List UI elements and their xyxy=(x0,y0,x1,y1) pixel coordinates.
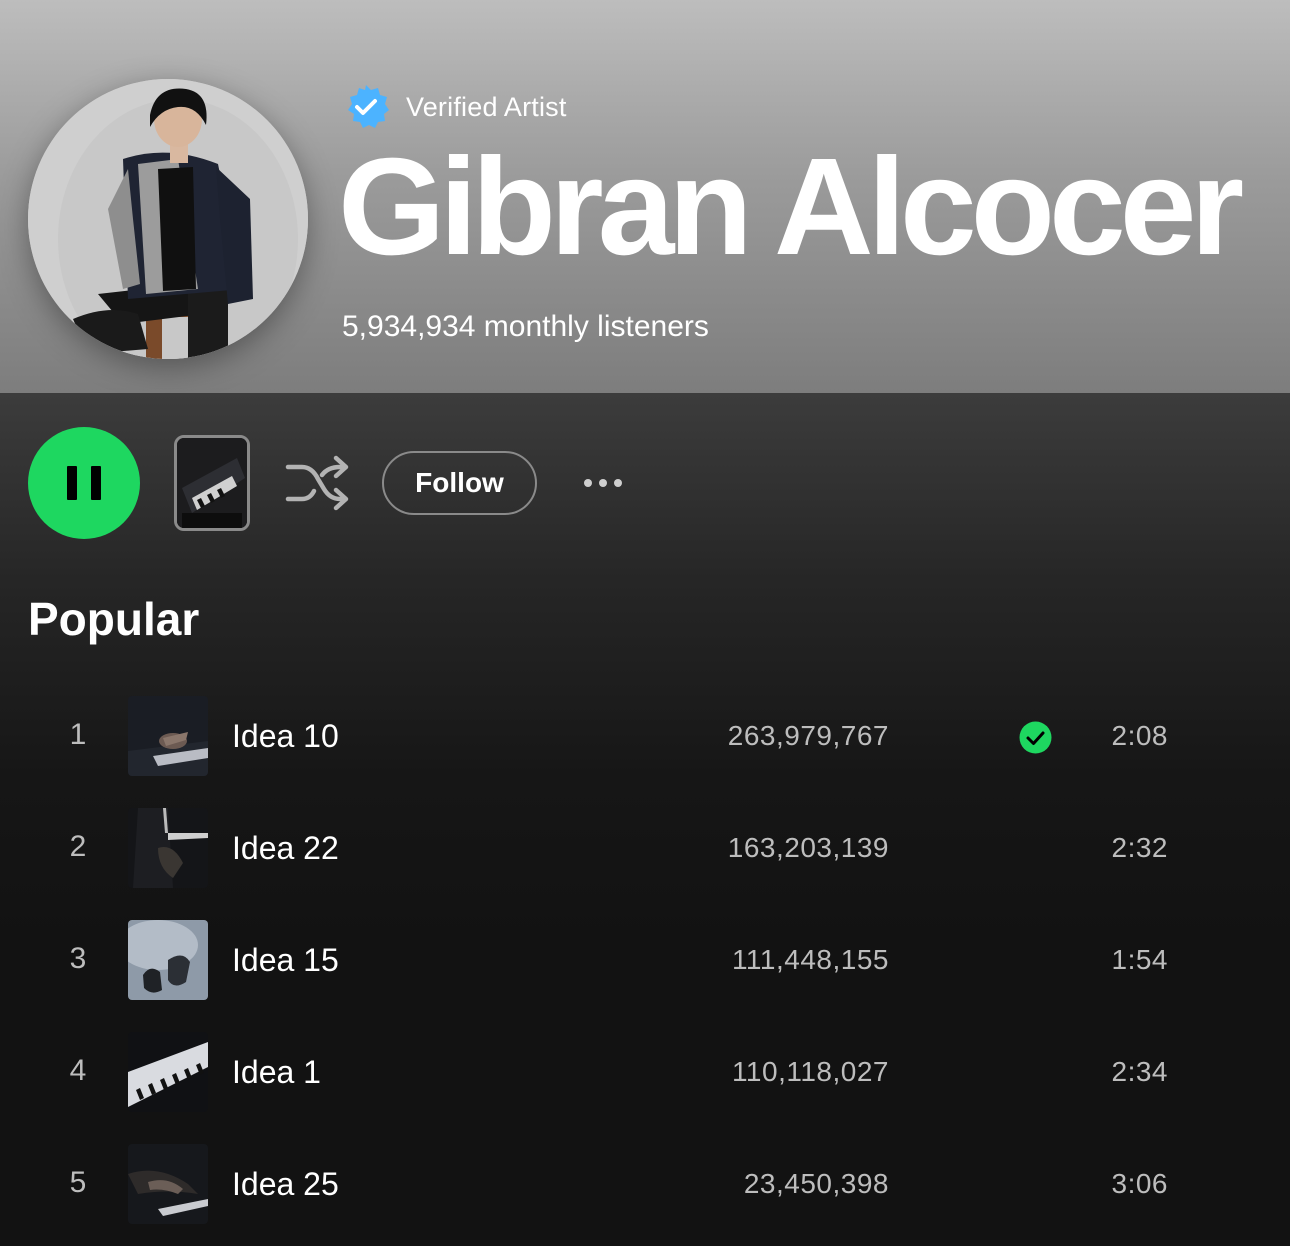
track-title[interactable]: Idea 10 xyxy=(232,718,339,755)
track-play-count: 23,450,398 xyxy=(743,1168,889,1199)
track-rank: 3 xyxy=(69,942,87,975)
track-play-count: 263,979,767 xyxy=(727,720,889,751)
track-rank: 4 xyxy=(69,1054,87,1087)
verified-label: Verified Artist xyxy=(406,91,567,122)
shuffle-button[interactable] xyxy=(284,453,350,513)
track-play-count: 163,203,139 xyxy=(727,832,889,863)
track-title[interactable]: Idea 1 xyxy=(232,1054,321,1091)
shuffle-icon xyxy=(285,455,349,511)
more-options-button[interactable] xyxy=(570,462,636,504)
artist-header: Verified Artist Gibran Alcocer 5,934,934… xyxy=(0,0,1290,393)
track-rank: 5 xyxy=(69,1166,87,1199)
more-dots-icon xyxy=(584,479,592,487)
popular-heading: Popular xyxy=(28,593,200,645)
saved-check-icon[interactable] xyxy=(1019,721,1052,754)
follow-button[interactable]: Follow xyxy=(382,451,537,515)
verified-artist-badge: Verified Artist xyxy=(342,82,567,132)
track-title[interactable]: Idea 15 xyxy=(232,942,339,979)
track-artwork xyxy=(128,1032,208,1112)
track-duration: 2:32 xyxy=(1111,832,1168,863)
artist-avatar xyxy=(28,79,308,359)
now-playing-thumbnail[interactable] xyxy=(174,435,250,531)
verified-check-icon xyxy=(348,85,389,128)
track-duration: 2:34 xyxy=(1111,1056,1168,1087)
artist-page: Verified Artist Gibran Alcocer 5,934,934… xyxy=(0,0,1290,1246)
more-dots-icon xyxy=(599,479,607,487)
track-row[interactable]: 1 Idea 10 263,979,767 2:08 xyxy=(0,690,1290,802)
popular-track-list: 1 Idea 10 263,979,767 2:08 2 Idea 22 163… xyxy=(0,690,1290,1246)
more-dots-icon xyxy=(614,479,622,487)
track-title[interactable]: Idea 22 xyxy=(232,830,339,867)
track-artwork xyxy=(128,696,208,776)
track-duration: 1:54 xyxy=(1111,944,1168,975)
track-play-count: 111,448,155 xyxy=(731,944,889,975)
track-title[interactable]: Idea 25 xyxy=(232,1166,339,1203)
track-duration: 3:06 xyxy=(1111,1168,1168,1199)
pause-icon-bar xyxy=(91,466,101,500)
artist-name: Gibran Alcocer xyxy=(338,130,1244,284)
pause-button[interactable] xyxy=(28,427,140,539)
track-row[interactable]: 3 Idea 15 111,448,155 1:54 xyxy=(0,914,1290,1026)
track-row[interactable]: 4 Idea 1 110,118,027 2:34 xyxy=(0,1026,1290,1138)
monthly-listeners: 5,934,934 monthly listeners xyxy=(342,310,709,343)
pause-icon xyxy=(67,466,77,500)
track-artwork xyxy=(128,808,208,888)
track-row[interactable]: 2 Idea 22 163,203,139 2:32 xyxy=(0,802,1290,914)
track-artwork xyxy=(128,920,208,1000)
track-duration: 2:08 xyxy=(1111,720,1168,751)
track-rank: 1 xyxy=(69,718,87,751)
track-row[interactable]: 5 Idea 25 23,450,398 3:06 xyxy=(0,1138,1290,1246)
track-rank: 2 xyxy=(69,830,87,863)
track-artwork xyxy=(128,1144,208,1224)
track-play-count: 110,118,027 xyxy=(731,1056,889,1087)
